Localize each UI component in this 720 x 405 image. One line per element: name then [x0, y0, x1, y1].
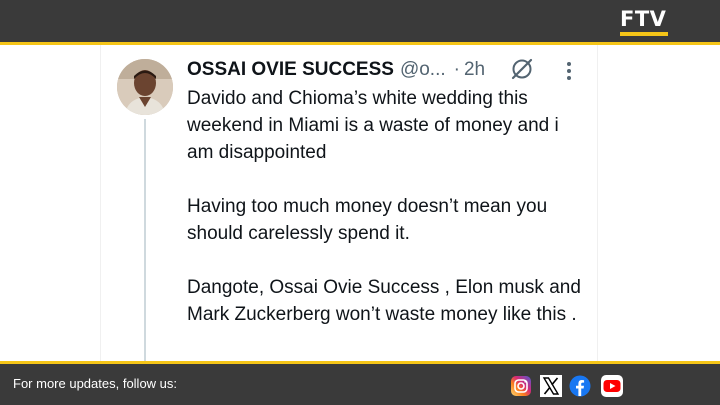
post-header: OSSAI OVIE SUCCESS @o... · 2h: [187, 57, 485, 83]
card-edge-left: [100, 45, 101, 361]
x-icon[interactable]: [540, 375, 562, 397]
instagram-icon[interactable]: [510, 375, 532, 397]
author-name[interactable]: OSSAI OVIE SUCCESS: [187, 59, 394, 81]
card-edge-right: [597, 45, 598, 361]
youtube-icon[interactable]: [601, 375, 623, 397]
follow-text: For more updates, follow us:: [13, 376, 178, 391]
thread-line: [144, 119, 146, 361]
post-time[interactable]: 2h: [464, 59, 485, 81]
ftv-logo: FTV: [620, 8, 668, 36]
more-options-icon[interactable]: [565, 60, 573, 82]
post-paragraph-2: Having too much money doesn’t mean you s…: [187, 196, 548, 244]
post-body: Davido and Chioma’s white wedding this w…: [187, 85, 587, 355]
post-paragraph-3: Dangote, Ossai Ovie Success , Elon musk …: [187, 277, 581, 325]
top-bar: FTV: [0, 0, 720, 42]
post-card: OSSAI OVIE SUCCESS @o... · 2h Davido and…: [0, 45, 720, 361]
author-avatar[interactable]: [117, 59, 173, 115]
post-paragraph-1: Davido and Chioma’s white wedding this w…: [187, 88, 559, 163]
logo-underline: [620, 32, 668, 36]
separator-dot: ·: [453, 59, 460, 80]
footer-bar: For more updates, follow us:: [0, 364, 720, 405]
facebook-icon[interactable]: [569, 375, 591, 397]
grok-icon[interactable]: [510, 57, 534, 81]
author-handle[interactable]: @o...: [400, 59, 446, 81]
logo-text: FTV: [620, 7, 667, 31]
